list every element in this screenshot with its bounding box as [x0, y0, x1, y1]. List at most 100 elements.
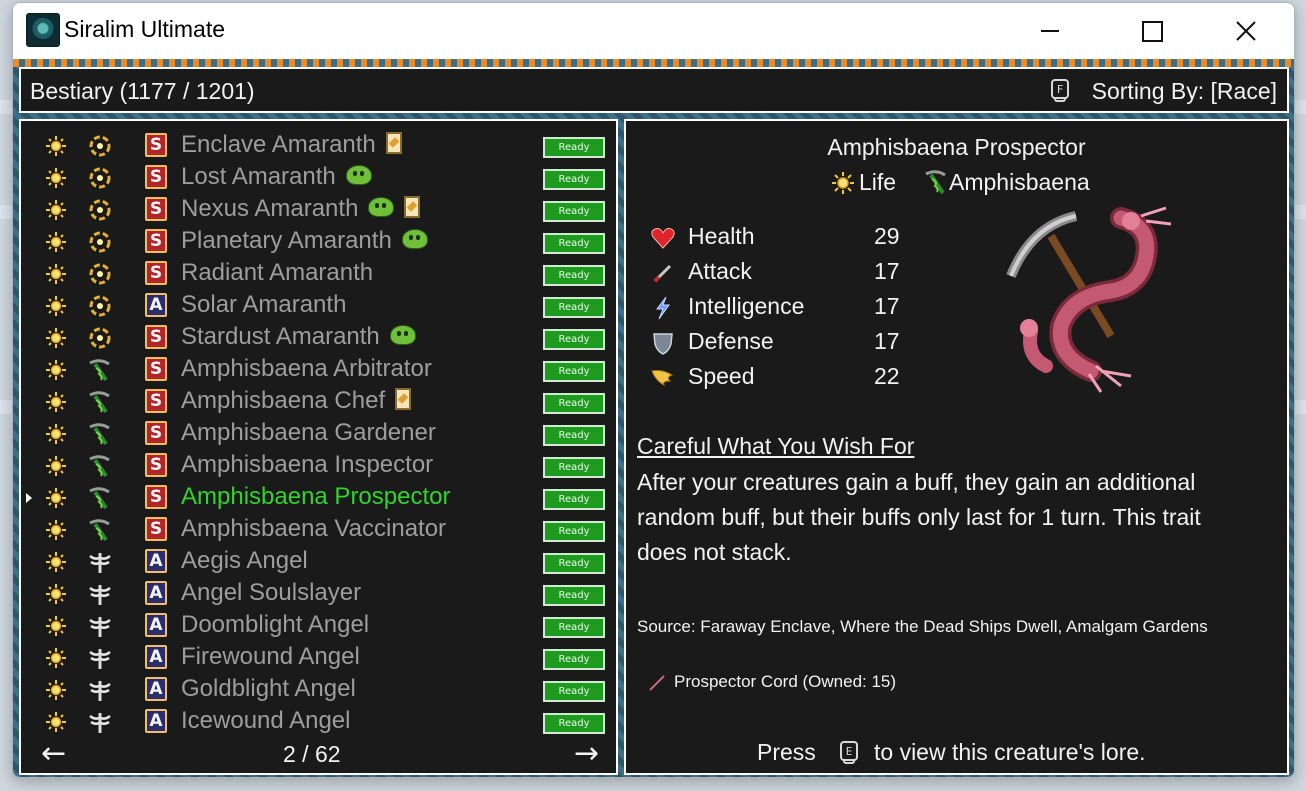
creature-row[interactable]: A Angel Soulslayer Ready: [21, 577, 616, 609]
creature-row[interactable]: S Amphisbaena Inspector Ready: [21, 449, 616, 481]
lore-hint[interactable]: to view this creature's lore.: [874, 739, 1146, 766]
ready-badge: Ready: [543, 393, 605, 414]
creature-row[interactable]: S Amphisbaena Prospector Ready: [21, 481, 616, 513]
shield-icon: [650, 330, 676, 356]
stat-value: 17: [874, 258, 900, 284]
arrow-right-icon[interactable]: →: [574, 739, 599, 769]
creature-row[interactable]: S Stardust Amaranth Ready: [21, 321, 616, 353]
arrow-left-icon[interactable]: ←: [41, 739, 66, 769]
creature-name-label: Goldblight Angel: [181, 675, 356, 702]
creature-badges: [368, 196, 430, 224]
stat-value: 17: [874, 328, 900, 354]
amphisbaena-icon: [87, 454, 113, 478]
creature-badges: [385, 132, 412, 160]
creature-row[interactable]: A Solar Amaranth Ready: [21, 289, 616, 321]
creature-row[interactable]: S Amphisbaena Vaccinator Ready: [21, 513, 616, 545]
rarity-badge: A: [145, 613, 167, 637]
title-bar[interactable]: Siralim Ultimate: [13, 3, 1294, 59]
life-class-icon: [45, 231, 67, 253]
creature-row[interactable]: A Goldblight Angel Ready: [21, 673, 616, 705]
rarity-badge: S: [145, 325, 167, 349]
life-class-icon: [45, 519, 67, 541]
creature-row[interactable]: S Nexus Amaranth Ready: [21, 193, 616, 225]
creature-name: Amphisbaena Vaccinator: [181, 515, 446, 543]
creature-badges: [401, 228, 438, 256]
creature-name: Amphisbaena Prospector: [827, 134, 1086, 160]
bestiary-header: Bestiary (1177 / 1201) F Sorting By: [Ra…: [19, 67, 1289, 113]
life-class-icon: [45, 135, 67, 157]
race-label: Amphisbaena: [949, 169, 1090, 195]
bestiary-title: Bestiary (1177 / 1201): [30, 78, 255, 104]
game-canvas[interactable]: Bestiary (1177 / 1201) F Sorting By: [Ra…: [13, 59, 1294, 777]
sorting-label[interactable]: Sorting By: [Race]: [1092, 78, 1277, 105]
rarity-badge: S: [145, 421, 167, 445]
rarity-badge: S: [145, 165, 167, 189]
creature-name-label: Solar Amaranth: [181, 291, 347, 318]
page-indicator: 2 / 62: [283, 741, 341, 767]
game-border-decoration: [13, 59, 1294, 67]
creature-name: Amphisbaena Prospector: [181, 483, 450, 511]
close-button[interactable]: [1223, 11, 1269, 51]
life-class-icon: [45, 487, 67, 509]
ready-badge: Ready: [543, 681, 605, 702]
creature-row[interactable]: S Amphisbaena Arbitrator Ready: [21, 353, 616, 385]
creature-name-label: Doomblight Angel: [181, 611, 370, 638]
creature-row[interactable]: S Radiant Amaranth Ready: [21, 257, 616, 289]
creature-name: Aegis Angel: [181, 547, 308, 575]
app-icon: [26, 13, 60, 47]
creature-name: Angel Soulslayer: [181, 579, 361, 607]
angel-icon: [87, 710, 113, 734]
creature-row[interactable]: S Amphisbaena Gardener Ready: [21, 417, 616, 449]
stat-value: 17: [874, 293, 900, 319]
stat-value: 29: [874, 223, 900, 249]
angel-icon: [87, 614, 113, 638]
creature-row[interactable]: S Lost Amaranth Ready: [21, 161, 616, 193]
creature-badges: [389, 324, 426, 352]
rarity-badge: A: [145, 549, 167, 573]
ready-badge: Ready: [543, 169, 605, 190]
stat-defense: Defense 17: [650, 326, 910, 358]
minimize-button[interactable]: [1027, 11, 1073, 51]
amphisbaena-icon: [87, 422, 113, 446]
rarity-badge: S: [145, 357, 167, 381]
creature-row[interactable]: S Enclave Amaranth Ready: [21, 129, 616, 161]
life-class-icon: [45, 295, 67, 317]
creature-name-label: Stardust Amaranth: [181, 323, 380, 350]
stat-label: Health: [688, 223, 755, 249]
life-class-icon: [45, 263, 67, 285]
creature-sprite: [1006, 206, 1172, 393]
selection-cursor-icon: [26, 493, 32, 503]
keyboard-e-key-icon: E: [840, 741, 858, 764]
rarity-badge: S: [145, 261, 167, 285]
card-icon: [385, 132, 402, 155]
slime-icon: [389, 325, 416, 346]
creature-name-label: Angel Soulslayer: [181, 579, 362, 606]
creature-name: Radiant Amaranth: [181, 259, 373, 287]
life-class-icon: [831, 171, 855, 195]
amaranth-icon: [87, 326, 113, 350]
rarity-badge: S: [145, 133, 167, 157]
class-label: Life: [859, 169, 897, 195]
rarity-badge: S: [145, 485, 167, 509]
life-class-icon: [45, 359, 67, 381]
angel-icon: [87, 582, 113, 606]
material-item: Prospector Cord (Owned: 15): [674, 672, 897, 691]
press-label: Press: [757, 739, 816, 765]
creature-row[interactable]: A Icewound Angel Ready: [21, 705, 616, 737]
creature-row[interactable]: A Aegis Angel Ready: [21, 545, 616, 577]
creature-row[interactable]: A Doomblight Angel Ready: [21, 609, 616, 641]
creature-name-label: Amphisbaena Prospector: [181, 483, 451, 510]
creature-row[interactable]: S Planetary Amaranth Ready: [21, 225, 616, 257]
lightning-icon: [650, 295, 676, 321]
life-class-icon: [45, 615, 67, 637]
maximize-button[interactable]: [1129, 11, 1175, 51]
app-window: Siralim Ultimate Bestiary (1177 / 1201) …: [12, 2, 1295, 778]
creature-row[interactable]: S Amphisbaena Chef Ready: [21, 385, 616, 417]
stat-label: Intelligence: [688, 293, 805, 319]
rarity-badge: S: [145, 517, 167, 541]
life-class-icon: [45, 583, 67, 605]
creature-row[interactable]: A Firewound Angel Ready: [21, 641, 616, 673]
slime-icon: [368, 197, 395, 218]
rarity-badge: A: [145, 293, 167, 317]
slime-icon: [345, 165, 372, 186]
